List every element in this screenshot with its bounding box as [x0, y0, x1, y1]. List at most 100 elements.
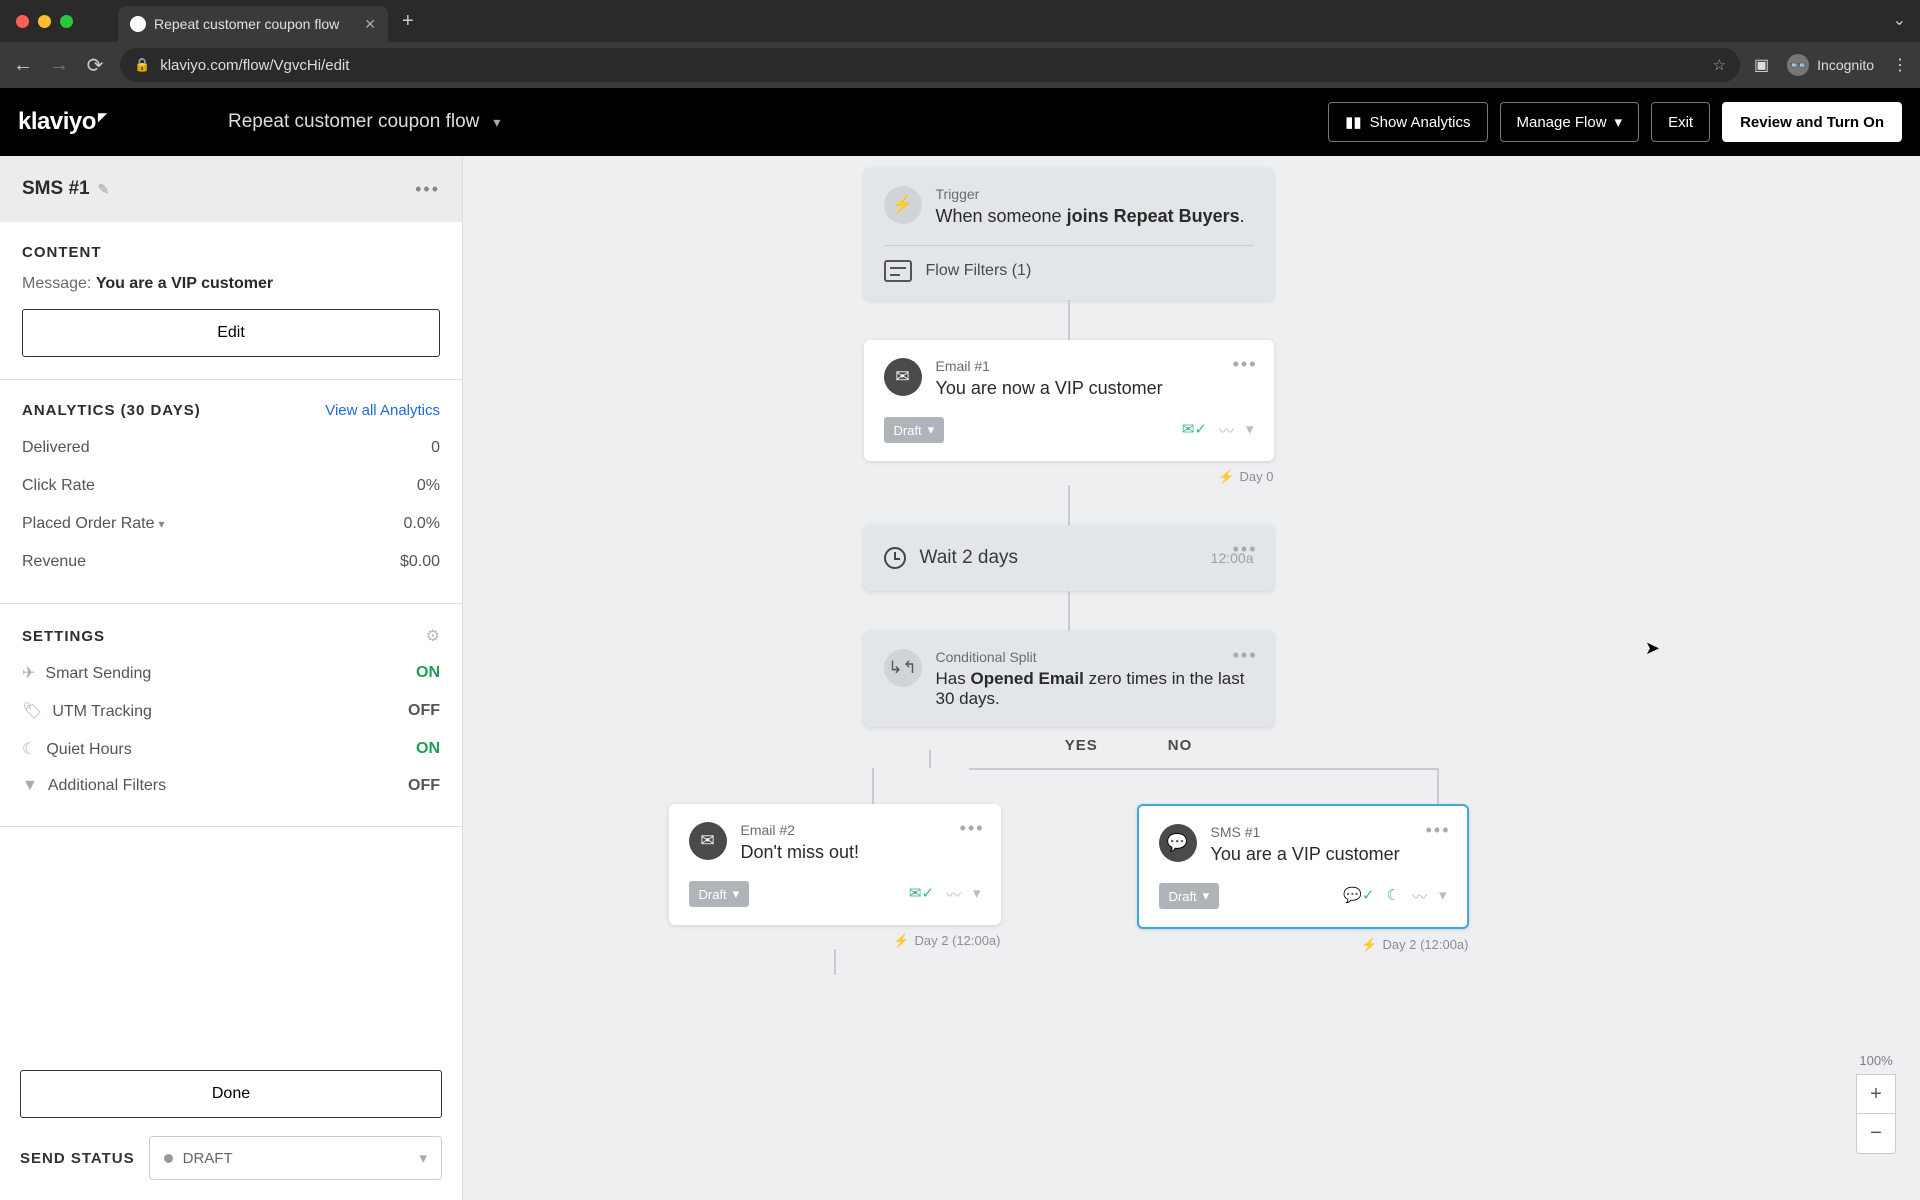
- split-icon: ↳↰: [884, 649, 922, 687]
- exit-label: Exit: [1668, 114, 1693, 131]
- back-button[interactable]: ←: [12, 54, 34, 77]
- edit-label: Edit: [217, 324, 245, 341]
- setting-label: Smart Sending: [45, 665, 151, 682]
- logo[interactable]: klaviyo ◤: [18, 106, 138, 138]
- more-icon[interactable]: •••: [1233, 354, 1258, 375]
- bar-chart-icon: ▮▮: [1345, 113, 1362, 131]
- send-icon: ✈: [22, 665, 35, 682]
- tabs-chevron-icon[interactable]: ⌄: [1893, 10, 1906, 30]
- caret-down-icon: ▾: [159, 517, 165, 531]
- flow-filters-row[interactable]: Flow Filters (1): [884, 245, 1254, 282]
- email-icon: ✉: [884, 358, 922, 396]
- bolt-icon: ⚡: [893, 933, 909, 949]
- manage-flow-label: Manage Flow: [1517, 114, 1607, 131]
- window-close-icon[interactable]: [16, 15, 29, 28]
- bolt-icon: ⚡: [884, 186, 922, 224]
- browser-menu-icon[interactable]: ⋮: [1892, 55, 1908, 75]
- metric-label[interactable]: Placed Order Rate▾: [22, 515, 165, 533]
- gear-icon[interactable]: ⚙: [426, 626, 440, 646]
- extensions-icon[interactable]: ▣: [1754, 55, 1769, 75]
- send-status-value: DRAFT: [183, 1150, 233, 1167]
- sidebar: SMS #1 ✎ ••• CONTENT Message: You are a …: [0, 156, 463, 1200]
- show-analytics-button[interactable]: ▮▮ Show Analytics: [1328, 102, 1487, 142]
- more-icon[interactable]: •••: [415, 179, 440, 200]
- setting-value[interactable]: ON: [416, 740, 440, 758]
- more-icon[interactable]: •••: [1233, 539, 1258, 560]
- zoom-out-button[interactable]: −: [1856, 1114, 1896, 1154]
- sidebar-node-name: SMS #1: [22, 178, 90, 200]
- metric-label: Click Rate: [22, 477, 95, 495]
- more-icon[interactable]: •••: [960, 818, 985, 839]
- setting-label: UTM Tracking: [52, 703, 152, 720]
- sms1-title: You are a VIP customer: [1211, 844, 1400, 865]
- manage-flow-button[interactable]: Manage Flow ▾: [1500, 102, 1640, 142]
- bolt-icon: ⚡: [1218, 469, 1234, 485]
- draft-badge[interactable]: Draft▾: [884, 417, 945, 443]
- new-tab-button[interactable]: +: [402, 10, 414, 33]
- tab-close-icon[interactable]: ✕: [364, 16, 376, 33]
- conditional-split-node[interactable]: ••• ↳↰ Conditional Split Has Opened Emai…: [864, 631, 1274, 727]
- setting-value[interactable]: OFF: [408, 702, 440, 720]
- check-mail-icon: ✉✓: [1182, 420, 1207, 441]
- setting-label: Quiet Hours: [46, 741, 131, 758]
- draft-badge[interactable]: Draft▾: [1159, 883, 1220, 909]
- lock-icon: 🔒: [134, 57, 150, 73]
- address-bar[interactable]: 🔒 klaviyo.com/flow/VgvcHi/edit ☆: [120, 48, 1740, 82]
- content-heading: CONTENT: [22, 244, 440, 261]
- window-min-icon[interactable]: [38, 15, 51, 28]
- email1-title: You are now a VIP customer: [936, 378, 1163, 399]
- edit-content-button[interactable]: Edit: [22, 309, 440, 357]
- activity-icon: 〰: [946, 884, 961, 905]
- flow-filters-label: Flow Filters (1): [926, 262, 1032, 280]
- bolt-icon: ⚡: [1361, 937, 1377, 953]
- activity-icon: 〰: [1219, 420, 1234, 441]
- flow-canvas[interactable]: ⚡ Trigger When someone joins Repeat Buye…: [463, 156, 1920, 1200]
- setting-label: Additional Filters: [48, 777, 166, 794]
- zoom-level: 100%: [1856, 1053, 1896, 1068]
- exit-button[interactable]: Exit: [1651, 102, 1710, 142]
- sms-node-1[interactable]: ••• 💬 SMS #1 You are a VIP customer Draf…: [1137, 804, 1469, 929]
- flow-name-dropdown[interactable]: Repeat customer coupon flow ▾: [228, 111, 500, 133]
- caret-down-icon: ▾: [733, 886, 740, 902]
- reload-button[interactable]: ⟳: [84, 53, 106, 78]
- email-node-1[interactable]: ••• ✉ Email #1 You are now a VIP custome…: [864, 340, 1274, 461]
- view-all-analytics-link[interactable]: View all Analytics: [325, 402, 440, 419]
- email-icon: ✉: [689, 822, 727, 860]
- funnel-icon: ▾: [973, 884, 981, 905]
- zoom-in-button[interactable]: +: [1856, 1074, 1896, 1114]
- more-icon[interactable]: •••: [1426, 820, 1451, 841]
- caret-down-icon: ▾: [928, 422, 935, 438]
- caret-down-icon: ▾: [419, 1149, 427, 1167]
- filter-list-icon: [884, 260, 912, 282]
- setting-value[interactable]: ON: [416, 664, 440, 682]
- email-node-2[interactable]: ••• ✉ Email #2 Don't miss out! Draft▾: [669, 804, 1001, 925]
- message-value: You are a VIP customer: [96, 275, 273, 292]
- browser-tab[interactable]: Repeat customer coupon flow ✕: [118, 6, 388, 42]
- draft-badge[interactable]: Draft▾: [689, 881, 750, 907]
- star-icon[interactable]: ☆: [1713, 56, 1726, 74]
- more-icon[interactable]: •••: [1233, 645, 1258, 666]
- pencil-icon[interactable]: ✎: [98, 181, 110, 198]
- trigger-label: Trigger: [936, 186, 1245, 202]
- metric-value: 0%: [417, 477, 440, 495]
- check-mail-icon: ✉✓: [909, 884, 934, 905]
- done-button[interactable]: Done: [20, 1070, 442, 1118]
- url-text: klaviyo.com/flow/VgvcHi/edit: [160, 57, 349, 74]
- caret-down-icon: ▾: [1203, 888, 1210, 904]
- window-max-icon[interactable]: [60, 15, 73, 28]
- analytics-heading: ANALYTICS (30 DAYS): [22, 402, 201, 419]
- wait-node[interactable]: Wait 2 days 12:00a •••: [864, 525, 1274, 591]
- setting-value[interactable]: OFF: [408, 777, 440, 795]
- send-status-select[interactable]: DRAFT ▾: [149, 1136, 442, 1180]
- incognito-label: Incognito: [1817, 57, 1874, 73]
- tag-icon: 🏷: [22, 703, 42, 720]
- split-label: Conditional Split: [936, 649, 1254, 665]
- metric-label: Delivered: [22, 439, 90, 457]
- favicon-icon: [130, 16, 146, 32]
- settings-heading: SETTINGS: [22, 628, 105, 645]
- flow-name-text: Repeat customer coupon flow: [228, 111, 479, 133]
- review-turn-on-button[interactable]: Review and Turn On: [1722, 102, 1902, 142]
- trigger-node[interactable]: ⚡ Trigger When someone joins Repeat Buye…: [864, 168, 1274, 300]
- caret-down-icon: ▾: [1615, 113, 1623, 131]
- day-label: Day 2 (12:00a): [1383, 937, 1469, 953]
